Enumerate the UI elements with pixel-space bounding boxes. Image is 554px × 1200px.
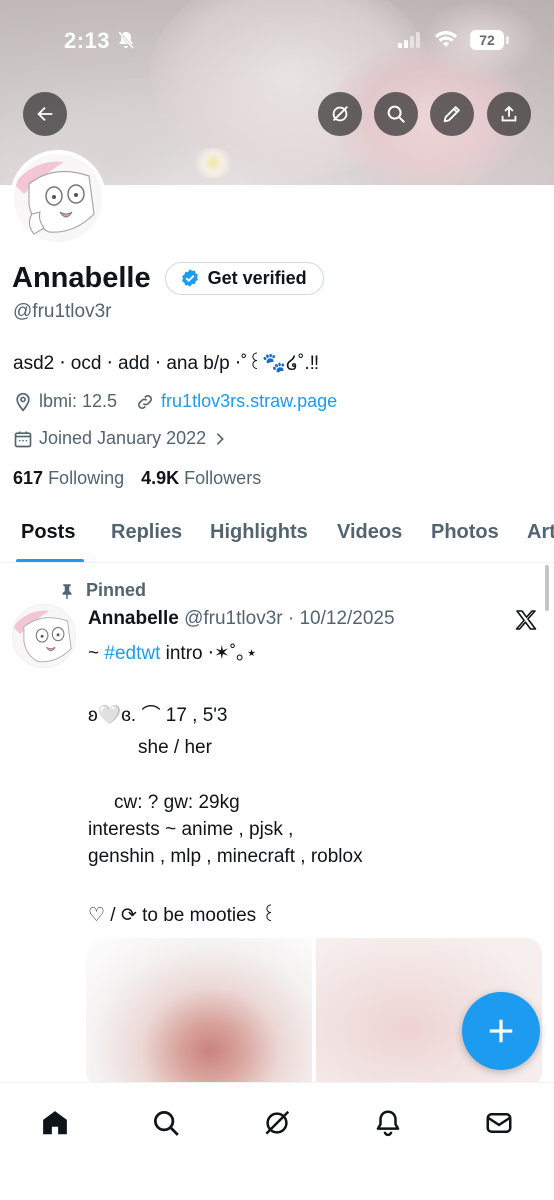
profile-handle: @fru1tlov3r [13,301,112,322]
bell-icon [376,1110,400,1137]
arrow-left-icon [37,106,53,122]
edit-button[interactable] [430,92,474,136]
grok-icon [265,1110,290,1135]
post-author-avatar[interactable] [12,604,76,668]
wifi-icon [434,31,458,47]
profile-location: lbmi: 12.5 [39,391,118,411]
back-button[interactable] [23,92,67,136]
post-line-4: cw: ? gw: 29kg [114,792,240,813]
tab-indicator [16,559,84,562]
nav-notifications[interactable] [366,1101,410,1145]
home-icon [43,1111,67,1135]
post-line-1-prefix: ~ [88,643,105,664]
profile-bio: asd2 ‧ ocd ‧ add ‧ ana b/p ‧˚꒰🐾໒˚.‼ [13,353,320,374]
tab-videos[interactable]: Videos [337,521,402,544]
pinned-label: Pinned [58,580,146,601]
following-link[interactable]: 617 Following [13,468,124,488]
following-label: Following [48,468,125,488]
status-bar: 2:13 72 [0,28,554,58]
bell-muted-icon [118,31,134,49]
post-header: Annabelle @fru1tlov3r · 10/12/2025 [88,608,395,630]
bottom-nav [0,1082,554,1200]
tab-articles[interactable]: Articles [527,521,554,544]
tab-photos[interactable]: Photos [431,521,499,544]
calendar-icon [14,431,32,447]
post-line-6: genshin , mlp , minecraft , roblox [88,846,363,867]
profile-meta-row: lbmi: 12.5 fru1tlov3rs.straw.page [13,391,337,412]
post-author-name[interactable]: Annabelle [88,608,179,629]
followers-label: Followers [184,468,262,488]
post-image-1[interactable] [86,938,312,1088]
nav-grok[interactable] [255,1101,299,1145]
post-line-1-suffix: intro ‧✶˚｡⋆ [160,643,258,664]
pin-icon [62,583,72,599]
followers-link[interactable]: 4.9K Followers [141,468,261,488]
get-verified-button[interactable]: Get verified [164,261,324,295]
profile-joined: Joined January 2022 [39,428,207,448]
nav-messages[interactable] [477,1101,521,1145]
tab-replies[interactable]: Replies [111,521,182,544]
location-icon [16,392,30,412]
followers-count: 4.9K [141,468,180,488]
nav-home[interactable] [33,1101,77,1145]
post-line-1: ~ #edtwt intro ‧✶˚｡⋆ [88,638,258,665]
grok-button[interactable] [318,92,362,136]
battery-level: 72 [470,30,504,50]
following-count: 617 [13,468,44,488]
signal-icon [398,32,420,48]
link-icon [138,394,152,409]
plus-icon [489,1019,513,1043]
pinned-text: Pinned [86,580,147,600]
post-line-5: interests ~ anime , pjsk , [88,819,294,840]
share-button[interactable] [487,92,531,136]
get-verified-label: Get verified [207,267,307,288]
search-icon [154,1111,179,1136]
joined-row[interactable]: Joined January 2022 [13,428,234,449]
compose-button[interactable] [462,992,540,1070]
scrollbar[interactable] [545,565,549,611]
profile-avatar[interactable] [10,150,106,246]
tab-highlights[interactable]: Highlights [210,521,308,544]
post-line-2: ʚ🤍ɞ. ⌒ 17 , 5'3 [88,705,228,726]
x-logo-icon [515,610,537,630]
avatar-illustration [13,605,75,667]
share-icon [501,105,517,122]
battery-tip [506,36,509,44]
profile-website-link[interactable]: fru1tlov3rs.straw.page [161,391,337,412]
nav-search[interactable] [144,1101,188,1145]
follow-stats: 617 Following 4.9K Followers [13,468,261,489]
chevron-right-icon [216,432,224,445]
grok-icon [332,106,348,122]
post-line-7: ♡ / ⟳ to be mooties ꒰ [88,905,277,926]
profile-tabs: Posts Replies Highlights Videos Photos A… [0,505,554,563]
search-icon [387,105,405,123]
profile-name: Annabelle [12,261,151,294]
tab-posts[interactable]: Posts [21,521,75,544]
avatar-illustration [14,154,102,242]
post-line-3: she / her [138,737,212,758]
mail-icon [486,1113,512,1133]
verified-badge-icon [181,269,198,287]
status-time: 2:13 [64,28,111,53]
search-button[interactable] [374,92,418,136]
pencil-icon [443,106,460,123]
post-author-meta: @fru1tlov3r · 10/12/2025 [184,608,395,629]
name-row: Annabelle Get verified [12,258,324,298]
hashtag-link[interactable]: #edtwt [104,643,160,664]
